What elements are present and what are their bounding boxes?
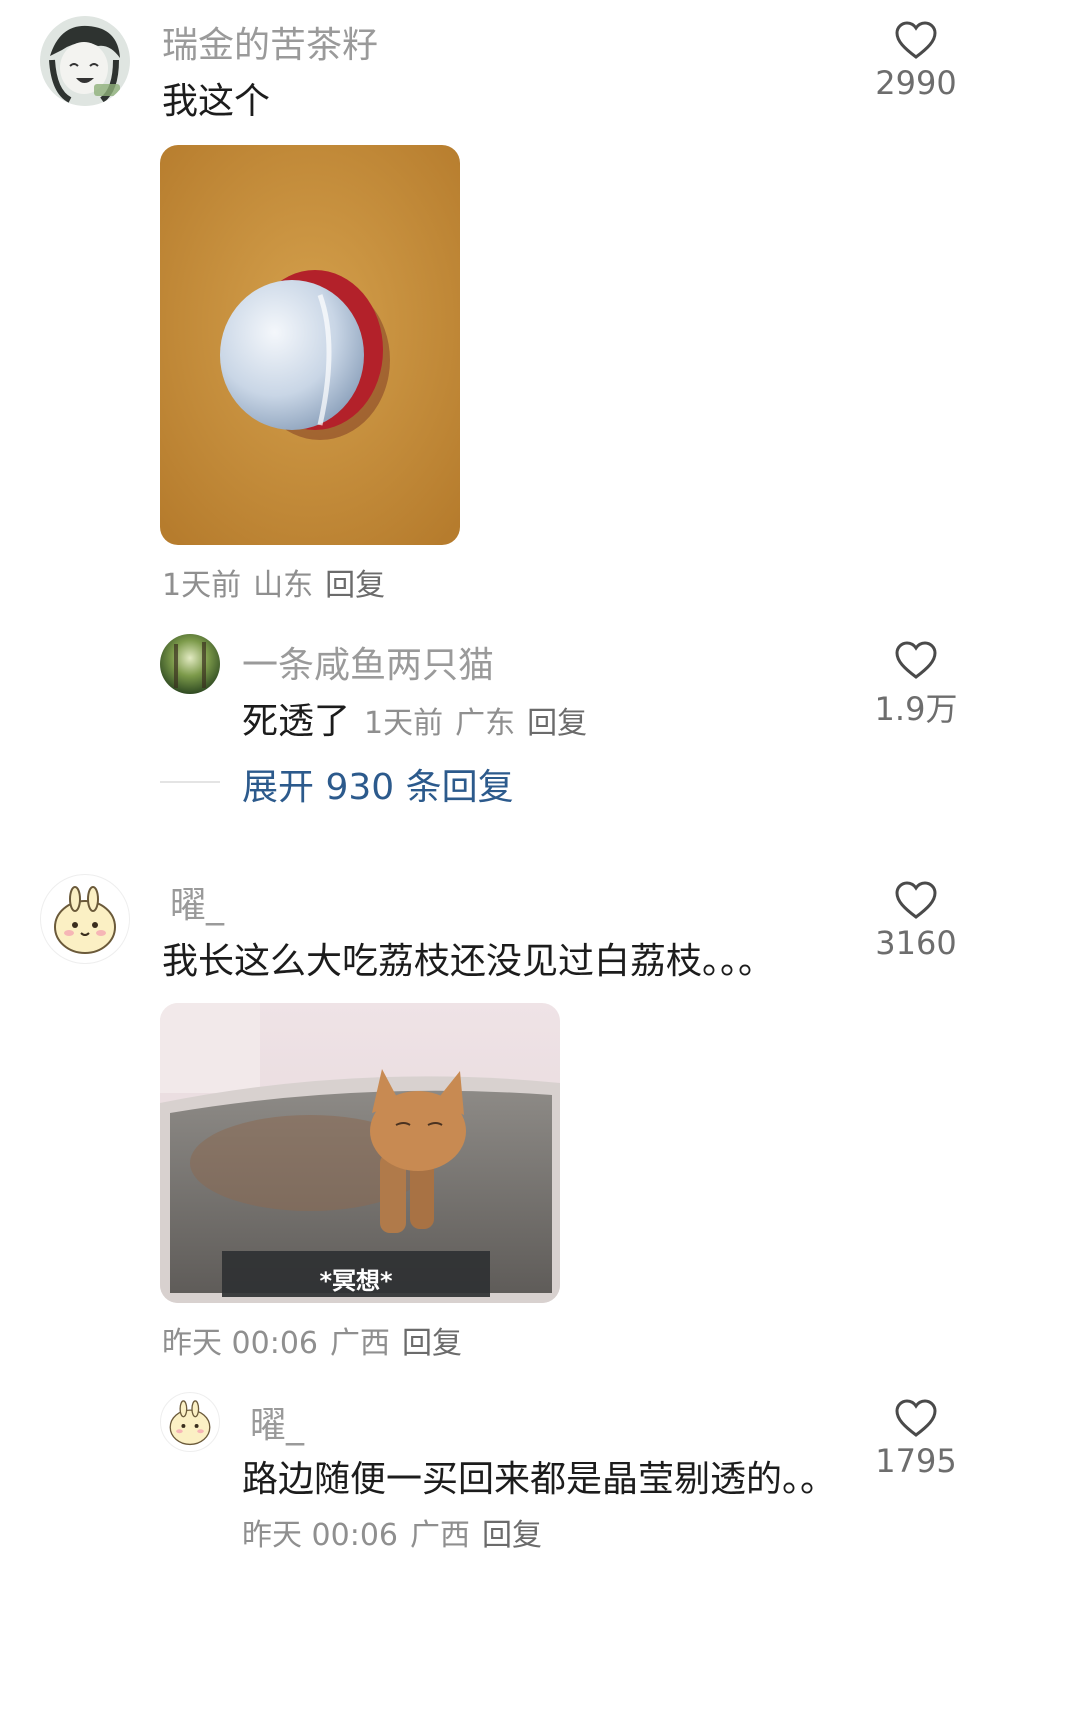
like-count: 3160: [875, 924, 957, 962]
heart-outline-icon: [895, 21, 937, 59]
reply-button[interactable]: 回复: [402, 1326, 462, 1361]
like-button[interactable]: 1.9万: [861, 640, 971, 730]
expand-divider: [160, 781, 220, 783]
reply-text: 死透了: [242, 701, 351, 742]
comment-location: 广西: [330, 1326, 390, 1361]
image-caption: *冥想*: [319, 1267, 393, 1295]
reply-username[interactable]: 曜_: [250, 1396, 304, 1448]
reply-avatar[interactable]: [160, 634, 220, 694]
comment-meta: 1天前 山东 回复: [162, 560, 397, 604]
comment-image-lychee[interactable]: [160, 145, 460, 545]
reply-meta: 昨天 00:06 广西 回复: [242, 1510, 554, 1554]
avatar[interactable]: [40, 16, 130, 106]
comment-username[interactable]: 瑞金的苦茶籽: [162, 16, 378, 68]
comment-image-cat[interactable]: *冥想*: [160, 1003, 560, 1303]
comment-username[interactable]: 曜_: [170, 876, 224, 928]
reply-avatar[interactable]: [160, 1392, 220, 1452]
heart-outline-icon: [895, 1399, 937, 1437]
reply-button[interactable]: 回复: [482, 1518, 542, 1553]
reply-location: 广西: [410, 1518, 470, 1553]
reply-username[interactable]: 一条咸鱼两只猫: [242, 636, 494, 688]
like-count: 2990: [875, 64, 957, 102]
heart-outline-icon: [895, 641, 937, 679]
reply-text: 路边随便一买回来都是晶莹剔透的。。: [242, 1459, 837, 1500]
expand-replies-link[interactable]: 展开 930 条回复: [242, 758, 514, 810]
reply-location: 广东: [455, 706, 516, 741]
like-count: 1.9万: [874, 690, 958, 728]
comment-time: 1天前: [162, 568, 242, 603]
comment-meta: 昨天 00:06 广西 回复: [162, 1318, 474, 1362]
avatar[interactable]: [40, 874, 130, 964]
comment-text: 我这个: [162, 81, 271, 122]
reply-time: 昨天 00:06: [242, 1518, 398, 1553]
comment-location: 山东: [253, 568, 314, 603]
like-button[interactable]: 2990: [861, 20, 971, 102]
heart-outline-icon: [895, 881, 937, 919]
comment-time: 昨天 00:06: [162, 1326, 318, 1361]
like-count: 1795: [875, 1442, 957, 1480]
reply-button[interactable]: 回复: [527, 706, 587, 741]
reply-time: 1天前: [364, 706, 444, 741]
reply-button[interactable]: 回复: [325, 568, 385, 603]
like-button[interactable]: 1795: [861, 1398, 971, 1480]
like-button[interactable]: 3160: [861, 880, 971, 962]
comment-text: 我长这么大吃荔枝还没见过白荔枝。。。: [162, 941, 775, 982]
